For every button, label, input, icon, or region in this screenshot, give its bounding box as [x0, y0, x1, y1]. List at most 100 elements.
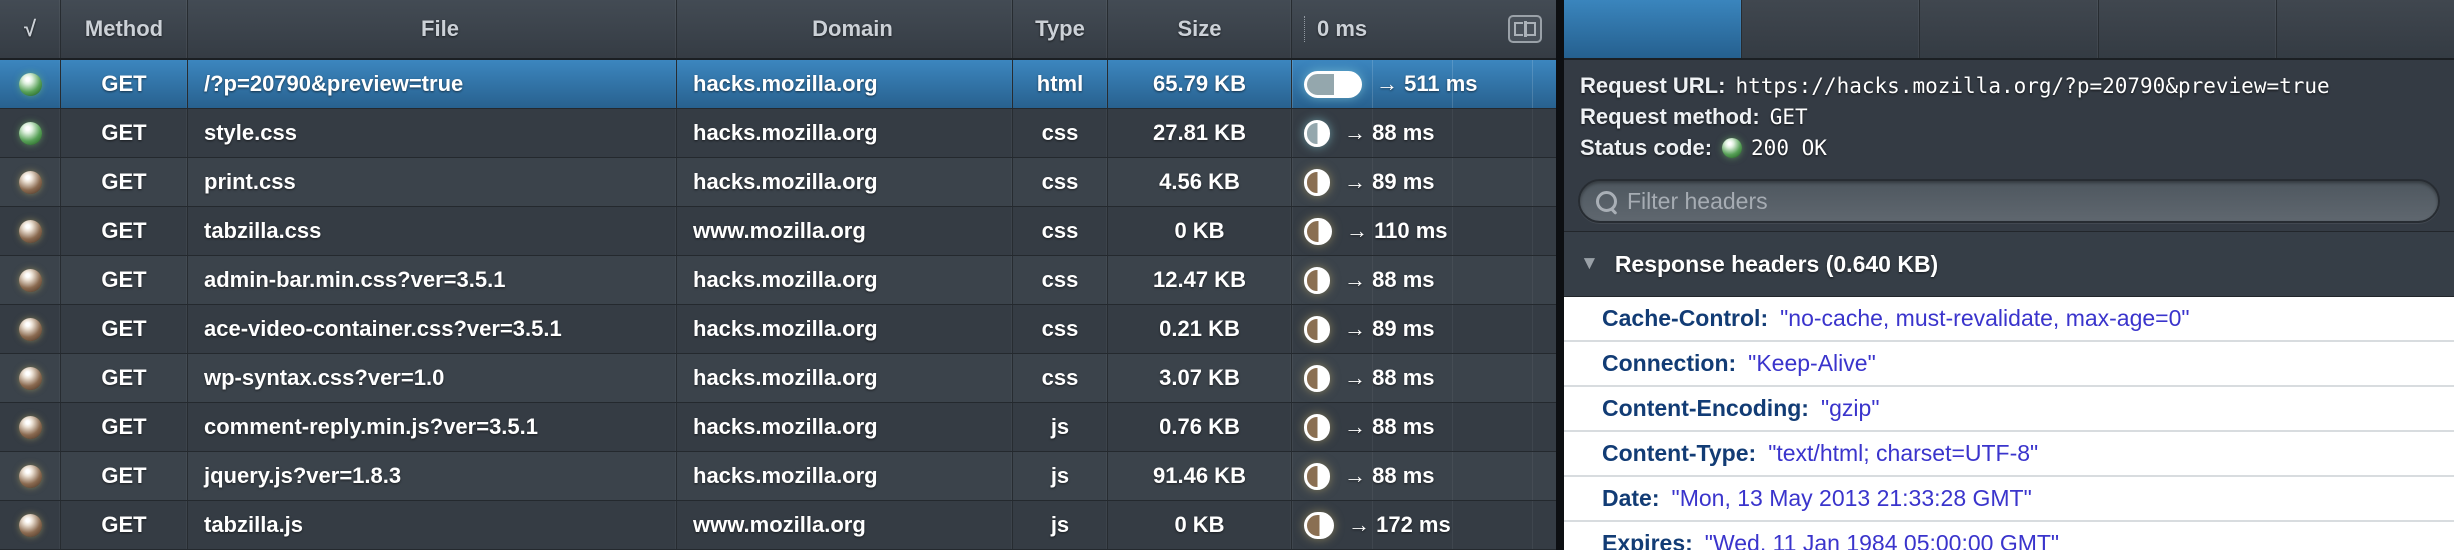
- request-method: GET: [61, 501, 188, 549]
- request-method-line: Request method: GET: [1580, 101, 2454, 132]
- search-icon: [1596, 191, 1617, 212]
- tab-params[interactable]: [1920, 0, 2098, 58]
- header-name: Date: [1602, 485, 1652, 512]
- header-colon: :: [1749, 440, 1757, 467]
- request-file: style.css: [188, 109, 677, 157]
- request-row[interactable]: GET ace-video-container.css?ver=3.5.1 ha…: [0, 305, 1556, 354]
- request-row[interactable]: GET admin-bar.min.css?ver=3.5.1 hacks.mo…: [0, 256, 1556, 305]
- request-file: tabzilla.css: [188, 207, 677, 255]
- request-row[interactable]: GET wp-syntax.css?ver=1.0 hacks.mozilla.…: [0, 354, 1556, 403]
- header-row[interactable]: Expires : "Wed, 11 Jan 1984 05:00:00 GMT…: [1564, 522, 2454, 550]
- request-size: 65.79 KB: [1108, 60, 1292, 108]
- header-value: "Mon, 13 May 2013 21:33:28 GMT": [1672, 485, 2032, 512]
- waterfall-time: → 88 ms: [1344, 267, 1435, 293]
- header-colon: :: [1729, 350, 1737, 377]
- status-orb-icon: [19, 367, 42, 390]
- details-panel: Request URL: https://hacks.mozilla.org/?…: [1564, 0, 2454, 550]
- header-value: "Keep-Alive": [1748, 350, 1876, 377]
- waterfall-time: → 88 ms: [1344, 463, 1435, 489]
- request-type: css: [1013, 207, 1108, 255]
- waterfall-time: → 110 ms: [1346, 218, 1448, 244]
- status-orb-icon: [19, 318, 42, 341]
- header-row[interactable]: Cache-Control : "no-cache, must-revalida…: [1564, 297, 2454, 342]
- request-row[interactable]: GET jquery.js?ver=1.8.3 hacks.mozilla.or…: [0, 452, 1556, 501]
- request-waterfall: → 88 ms: [1292, 109, 1556, 157]
- waterfall-bar: [1304, 218, 1332, 245]
- column-header-status[interactable]: √: [0, 0, 61, 58]
- request-url-line: Request URL: https://hacks.mozilla.org/?…: [1580, 70, 2454, 101]
- filter-headers-input[interactable]: Filter headers: [1578, 179, 2440, 223]
- waterfall-time: → 172 ms: [1348, 512, 1451, 538]
- request-row[interactable]: GET /?p=20790&preview=true hacks.mozilla…: [0, 60, 1556, 109]
- request-method: GET: [61, 403, 188, 451]
- request-size: 12.47 KB: [1108, 256, 1292, 304]
- request-type: css: [1013, 256, 1108, 304]
- waterfall-time: → 511 ms: [1376, 71, 1478, 97]
- header-value: "Wed, 11 Jan 1984 05:00:00 GMT": [1705, 530, 2059, 550]
- status-orb-icon: [19, 220, 42, 243]
- request-row[interactable]: GET comment-reply.min.js?ver=3.5.1 hacks…: [0, 403, 1556, 452]
- column-header-method[interactable]: Method: [61, 0, 188, 58]
- status-code-value: 200 OK: [1751, 136, 1827, 160]
- request-type: css: [1013, 354, 1108, 402]
- filter-bar: Filter headers: [1564, 171, 2454, 231]
- request-file: comment-reply.min.js?ver=3.5.1: [188, 403, 677, 451]
- request-row[interactable]: GET print.css hacks.mozilla.org css 4.56…: [0, 158, 1556, 207]
- status-orb-icon: [19, 465, 42, 488]
- request-row[interactable]: GET tabzilla.js www.mozilla.org js 0 KB …: [0, 501, 1556, 550]
- column-header-size[interactable]: Size: [1108, 0, 1292, 58]
- request-file: tabzilla.js: [188, 501, 677, 549]
- request-url-label: Request URL:: [1580, 73, 1725, 99]
- column-header-type[interactable]: Type: [1013, 0, 1108, 58]
- waterfall-bar: [1304, 365, 1330, 392]
- header-row[interactable]: Date : "Mon, 13 May 2013 21:33:28 GMT": [1564, 477, 2454, 522]
- status-ok-icon: [1722, 138, 1742, 158]
- waterfall-time: → 88 ms: [1344, 120, 1435, 146]
- request-waterfall: → 511 ms: [1292, 60, 1556, 108]
- request-domain: hacks.mozilla.org: [677, 158, 1013, 206]
- waterfall-bar: [1304, 169, 1330, 196]
- header-row[interactable]: Content-Type : "text/html; charset=UTF-8…: [1564, 432, 2454, 477]
- header-colon: :: [1652, 485, 1660, 512]
- request-summary: Request URL: https://hacks.mozilla.org/?…: [1564, 60, 2454, 171]
- tab-headers[interactable]: [1564, 0, 1742, 58]
- status-orb-icon: [19, 122, 42, 145]
- request-file: ace-video-container.css?ver=3.5.1: [188, 305, 677, 353]
- request-row[interactable]: GET tabzilla.css www.mozilla.org css 0 K…: [0, 207, 1556, 256]
- waterfall-time: → 88 ms: [1344, 414, 1435, 440]
- request-row[interactable]: GET style.css hacks.mozilla.org css 27.8…: [0, 109, 1556, 158]
- request-waterfall: → 88 ms: [1292, 403, 1556, 451]
- status-orb-icon: [19, 73, 42, 96]
- tab-timings[interactable]: [2277, 0, 2454, 58]
- request-domain: hacks.mozilla.org: [677, 354, 1013, 402]
- waterfall-time: → 88 ms: [1344, 365, 1435, 391]
- filter-placeholder: Filter headers: [1627, 188, 1768, 215]
- column-header-domain[interactable]: Domain: [677, 0, 1013, 58]
- header-colon: :: [1685, 530, 1693, 550]
- requests-table-header: √ Method File Domain Type Size 0 ms: [0, 0, 1556, 60]
- request-domain: hacks.mozilla.org: [677, 256, 1013, 304]
- request-type: css: [1013, 109, 1108, 157]
- tab-cookies[interactable]: [1742, 0, 1920, 58]
- twisty-expanded-icon[interactable]: ▼: [1580, 253, 1599, 275]
- column-header-file[interactable]: File: [188, 0, 677, 58]
- status-orb-icon: [19, 514, 42, 537]
- tab-response[interactable]: [2099, 0, 2277, 58]
- waterfall-bar: [1304, 71, 1362, 98]
- status-code-line: Status code: 200 OK: [1580, 132, 2454, 163]
- request-method: GET: [61, 354, 188, 402]
- toggle-details-pane-icon[interactable]: [1508, 15, 1542, 43]
- request-method: GET: [61, 109, 188, 157]
- header-name: Connection: [1602, 350, 1729, 377]
- header-row[interactable]: Content-Encoding : "gzip": [1564, 387, 2454, 432]
- request-domain: hacks.mozilla.org: [677, 403, 1013, 451]
- status-orb-icon: [19, 269, 42, 292]
- header-row[interactable]: Connection : "Keep-Alive": [1564, 342, 2454, 387]
- column-header-timeline[interactable]: 0 ms: [1292, 0, 1556, 58]
- header-value: "gzip": [1821, 395, 1880, 422]
- request-method: GET: [61, 60, 188, 108]
- request-method: GET: [61, 305, 188, 353]
- request-type: css: [1013, 305, 1108, 353]
- request-size: 3.07 KB: [1108, 354, 1292, 402]
- response-headers-section[interactable]: ▼ Response headers (0.640 KB): [1564, 231, 2454, 297]
